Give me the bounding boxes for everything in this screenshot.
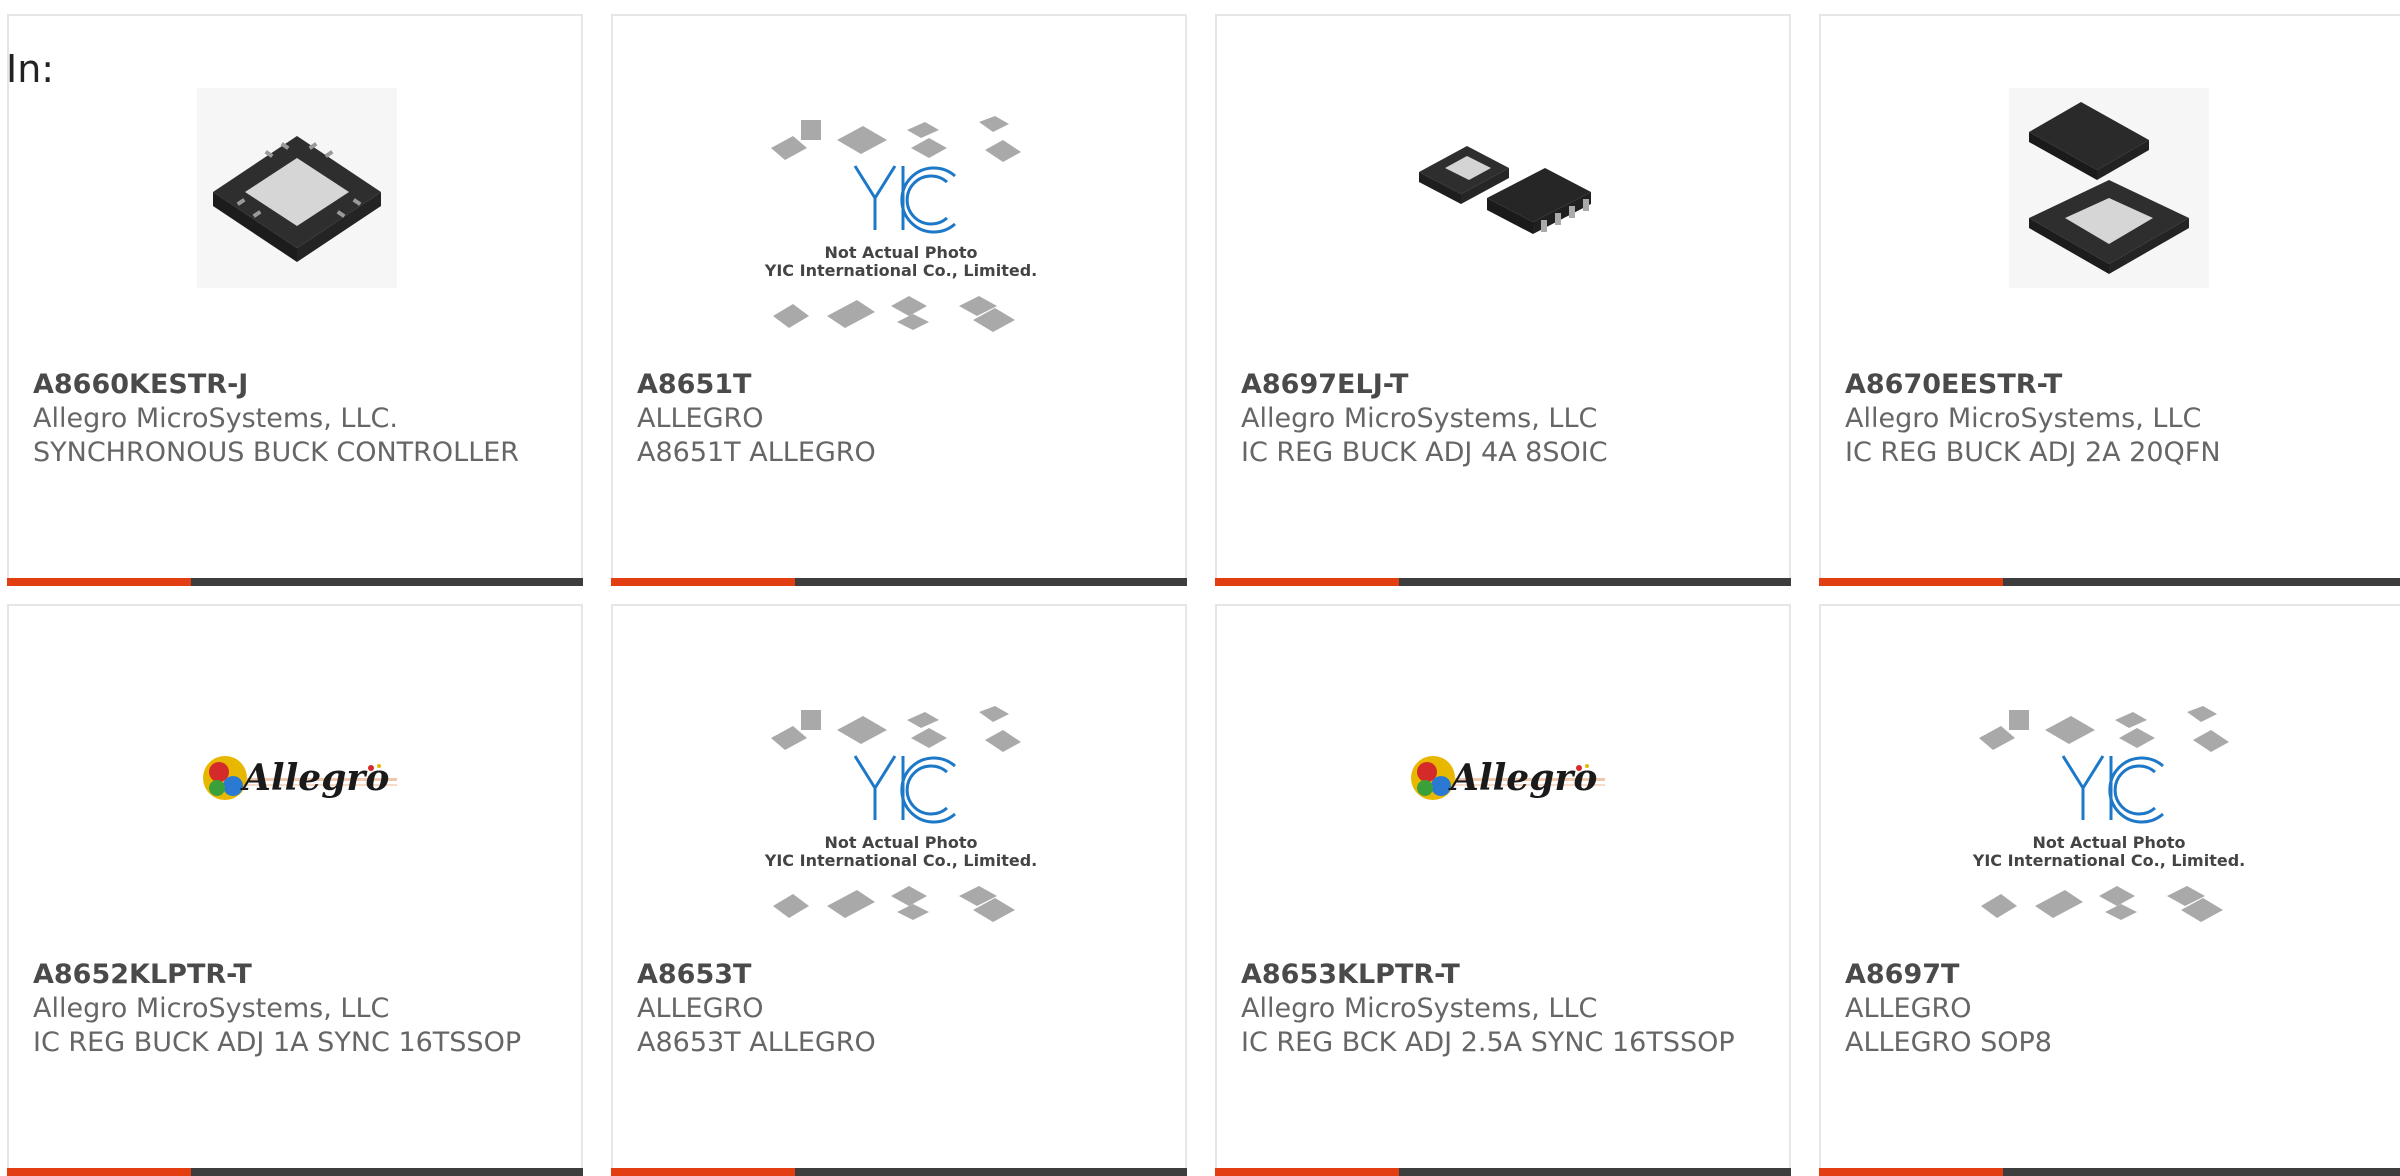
card-bottom-bar: [7, 578, 583, 586]
card-bottom-bar: [7, 1168, 583, 1176]
product-card[interactable]: Allegro A8652KLPTR-T Allegro MicroSystem…: [7, 604, 583, 1176]
card-bar-accent: [1819, 1168, 2003, 1176]
product-image[interactable]: Not Actual Photo YIC International Co., …: [763, 696, 1039, 936]
placeholder-line-2: YIC International Co., Limited.: [764, 851, 1037, 870]
manufacturer: Allegro MicroSystems, LLC: [1845, 403, 2202, 434]
description: IC REG BUCK ADJ 4A 8SOIC: [1241, 437, 1608, 468]
part-number[interactable]: A8651T: [637, 368, 1161, 402]
manufacturer: ALLEGRO: [637, 993, 764, 1024]
description: ALLEGRO SOP8: [1845, 1027, 2052, 1058]
placeholder-line-1: Not Actual Photo: [824, 243, 977, 262]
card-bottom-bar: [611, 1168, 1187, 1176]
manufacturer: ALLEGRO: [637, 403, 764, 434]
product-card[interactable]: Not Actual Photo YIC International Co., …: [1819, 604, 2400, 1176]
card-bar-accent: [1819, 578, 2003, 586]
part-number[interactable]: A8697ELJ-T: [1241, 368, 1765, 402]
card-bar-accent: [1215, 578, 1399, 586]
placeholder-line-1: Not Actual Photo: [2032, 833, 2185, 852]
product-image[interactable]: Not Actual Photo YIC International Co., …: [763, 106, 1039, 346]
part-number[interactable]: A8652KLPTR-T: [33, 958, 557, 992]
description: IC REG BUCK ADJ 1A SYNC 16TSSOP: [33, 1027, 522, 1058]
part-number[interactable]: A8670EESTR-T: [1845, 368, 2376, 402]
product-image[interactable]: Allegro: [1405, 678, 1615, 878]
manufacturer: Allegro MicroSystems, LLC: [33, 993, 390, 1024]
product-card[interactable]: Allegro A8653KLPTR-T Allegro MicroSystem…: [1215, 604, 1791, 1176]
qfn-pair-icon: [2009, 88, 2209, 288]
product-image[interactable]: Not Actual Photo YIC International Co., …: [1971, 696, 2247, 936]
qfn-chip-icon: [197, 88, 397, 288]
manufacturer: Allegro MicroSystems, LLC.: [33, 403, 398, 434]
card-bar-accent: [611, 1168, 795, 1176]
part-number[interactable]: A8653KLPTR-T: [1241, 958, 1765, 992]
card-bottom-bar: [1215, 578, 1791, 586]
product-image[interactable]: Allegro: [197, 678, 407, 878]
product-card[interactable]: A8670EESTR-T Allegro MicroSystems, LLC I…: [1819, 14, 2400, 586]
placeholder-line-1: Not Actual Photo: [824, 833, 977, 852]
soic-chip-icon: [1419, 146, 1591, 234]
product-image[interactable]: [1405, 88, 1605, 288]
allegro-logo-icon: Allegro: [203, 756, 397, 800]
card-bottom-bar: [1215, 1168, 1791, 1176]
manufacturer: Allegro MicroSystems, LLC: [1241, 403, 1598, 434]
description: SYNCHRONOUS BUCK CONTROLLER: [33, 437, 520, 468]
allegro-logo-text: Allegro: [1448, 757, 1597, 799]
card-bottom-bar: [611, 578, 1187, 586]
card-bar-accent: [7, 578, 191, 586]
placeholder-line-2: YIC International Co., Limited.: [1972, 851, 2245, 870]
card-bar-accent: [7, 1168, 191, 1176]
product-card[interactable]: A8697ELJ-T Allegro MicroSystems, LLC IC …: [1215, 14, 1791, 586]
description: A8651T ALLEGRO: [637, 437, 876, 468]
not-actual-photo-icon: Not Actual Photo YIC International Co., …: [764, 116, 1037, 332]
card-bar-accent: [611, 578, 795, 586]
not-actual-photo-icon: Not Actual Photo YIC International Co., …: [1972, 706, 2245, 922]
product-image[interactable]: [2009, 88, 2209, 288]
not-actual-photo-icon: Not Actual Photo YIC International Co., …: [764, 706, 1037, 922]
product-image[interactable]: [197, 88, 397, 288]
allegro-logo-text: Allegro: [240, 757, 389, 799]
manufacturer: ALLEGRO: [1845, 993, 1972, 1024]
product-card[interactable]: Not Actual Photo YIC International Co., …: [611, 604, 1187, 1176]
product-card[interactable]: Not Actual Photo YIC International Co., …: [611, 14, 1187, 586]
in-label: In:: [6, 47, 55, 91]
part-number[interactable]: A8697T: [1845, 958, 2376, 992]
card-bottom-bar: [1819, 578, 2400, 586]
card-bottom-bar: [1819, 1168, 2400, 1176]
part-number[interactable]: A8660KESTR-J: [33, 368, 557, 402]
card-bar-accent: [1215, 1168, 1399, 1176]
manufacturer: Allegro MicroSystems, LLC: [1241, 993, 1598, 1024]
product-card[interactable]: A8660KESTR-J Allegro MicroSystems, LLC. …: [7, 14, 583, 586]
description: IC REG BUCK ADJ 2A 20QFN: [1845, 437, 2221, 468]
placeholder-line-2: YIC International Co., Limited.: [764, 261, 1037, 280]
allegro-logo-icon: Allegro: [1411, 756, 1605, 800]
part-number[interactable]: A8653T: [637, 958, 1161, 992]
description: IC REG BCK ADJ 2.5A SYNC 16TSSOP: [1241, 1027, 1735, 1058]
description: A8653T ALLEGRO: [637, 1027, 876, 1058]
